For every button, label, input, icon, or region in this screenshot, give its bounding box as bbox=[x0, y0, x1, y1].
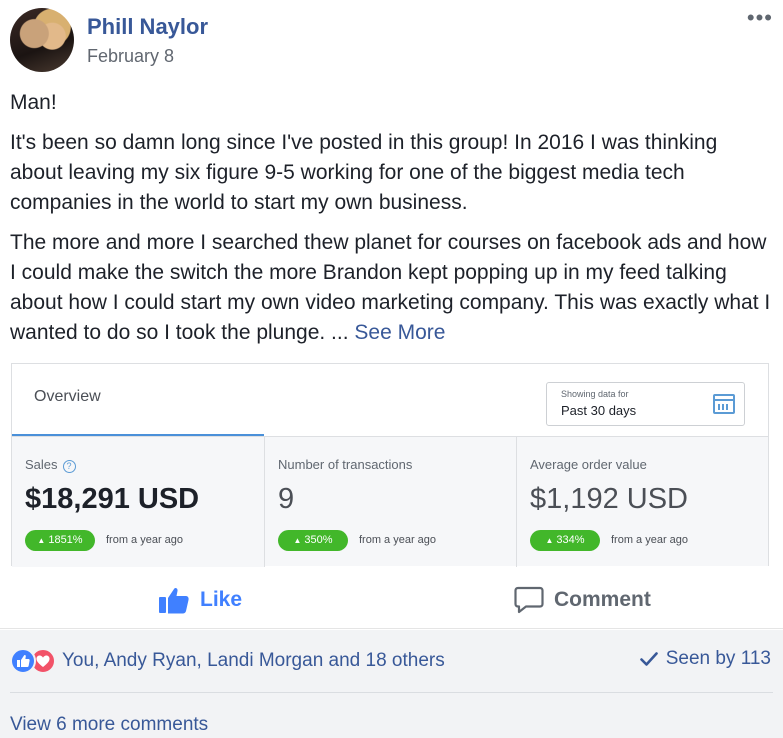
see-more-link[interactable]: See More bbox=[354, 321, 445, 344]
metric-sales: Sales? $18,291 USD ▲ 1851% from a year ag… bbox=[12, 437, 264, 567]
post-body: Man! It's been so damn long since I've p… bbox=[10, 88, 775, 358]
action-bar: Like Comment bbox=[0, 573, 783, 629]
comparison-text: from a year ago bbox=[359, 534, 437, 546]
date-range-picker[interactable]: Showing data for Past 30 days bbox=[546, 382, 745, 426]
facebook-post: Phill Naylor February 8 ••• Man! It's be… bbox=[0, 0, 783, 738]
divider bbox=[10, 692, 773, 693]
comparison-text: from a year ago bbox=[106, 534, 184, 546]
seen-by[interactable]: Seen by 113 bbox=[639, 648, 771, 670]
more-dots-icon[interactable]: ••• bbox=[747, 7, 773, 29]
reactions-section: You, Andy Ryan, Landi Morgan and 18 othe… bbox=[0, 630, 783, 738]
shared-analytics-card: Overview Showing data for Past 30 days S… bbox=[11, 363, 769, 567]
like-label: Like bbox=[200, 588, 243, 611]
reaction-names: You, Andy Ryan, Landi Morgan and 18 othe… bbox=[62, 650, 445, 671]
comparison-text: from a year ago bbox=[611, 534, 689, 546]
date-range-value: Past 30 days bbox=[561, 403, 637, 418]
tab-overview[interactable]: Overview bbox=[34, 388, 101, 406]
seen-by-label: Seen by 113 bbox=[665, 648, 771, 669]
card-header: Overview Showing data for Past 30 days bbox=[12, 364, 768, 436]
post-paragraph: It's been so damn long since I've posted… bbox=[10, 131, 718, 214]
author-name[interactable]: Phill Naylor bbox=[87, 14, 208, 40]
post-date[interactable]: February 8 bbox=[87, 46, 174, 67]
metric-value: $18,291 USD bbox=[25, 483, 200, 515]
arrow-up-icon: ▲ bbox=[37, 536, 46, 545]
view-more-comments-link[interactable]: View 6 more comments bbox=[10, 714, 208, 736]
arrow-up-icon: ▲ bbox=[545, 536, 554, 545]
metric-label: Number of transactions bbox=[278, 457, 413, 472]
comment-icon bbox=[514, 586, 544, 614]
post-paragraph: The more and more I searched thew planet… bbox=[10, 231, 771, 344]
check-icon bbox=[639, 652, 658, 666]
comment-label: Comment bbox=[554, 588, 651, 611]
avatar[interactable] bbox=[10, 8, 74, 72]
change-badge: ▲ 350% bbox=[278, 530, 348, 551]
like-reaction-icon bbox=[10, 648, 36, 674]
comment-button[interactable]: Comment bbox=[514, 585, 651, 615]
reaction-summary[interactable]: You, Andy Ryan, Landi Morgan and 18 othe… bbox=[10, 648, 445, 674]
arrow-up-icon: ▲ bbox=[293, 536, 302, 545]
metrics-row: Sales? $18,291 USD ▲ 1851% from a year ag… bbox=[12, 436, 769, 567]
post-header: Phill Naylor February 8 ••• bbox=[10, 7, 775, 74]
change-badge: ▲ 334% bbox=[530, 530, 600, 551]
metric-value: $1,192 USD bbox=[530, 483, 688, 515]
metric-average-order: Average order value $1,192 USD ▲ 334% fro… bbox=[516, 437, 769, 567]
metric-label: Sales? bbox=[25, 457, 76, 473]
change-badge: ▲ 1851% bbox=[25, 530, 95, 551]
calendar-icon bbox=[713, 394, 735, 414]
like-button[interactable]: Like bbox=[158, 585, 242, 615]
metric-transactions: Number of transactions 9 ▲ 350% from a ye… bbox=[264, 437, 516, 567]
post-paragraph: Man! bbox=[10, 91, 57, 114]
like-icon bbox=[159, 587, 189, 614]
metric-label: Average order value bbox=[530, 457, 647, 472]
date-range-caption: Showing data for bbox=[561, 389, 629, 399]
metric-value: 9 bbox=[278, 483, 295, 515]
help-icon[interactable]: ? bbox=[62, 460, 76, 473]
